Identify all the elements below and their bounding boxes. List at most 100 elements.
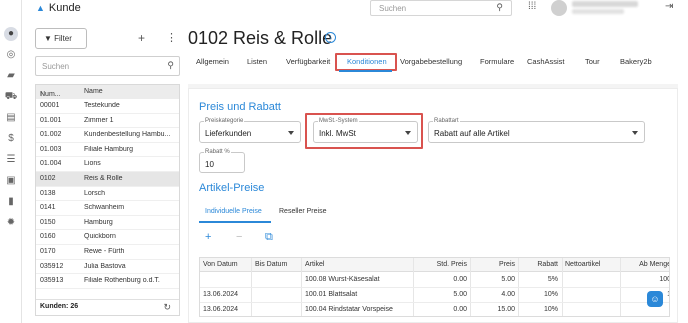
subtab-individuelle-preise[interactable]: Individuelle Preise [205, 208, 262, 215]
list-item[interactable]: 035912 Julia Bastova [36, 260, 179, 275]
table-header-cell[interactable]: Von Datum [203, 258, 253, 272]
list-search-placeholder: Suchen [42, 62, 70, 71]
assistant-bot-icon[interactable]: ☺ [647, 291, 663, 307]
list-item-num: 0141 [40, 204, 56, 212]
filter-label: Filter [54, 34, 72, 43]
list-item-num: 01.004 [40, 160, 62, 168]
list-nav-icon[interactable]: ☰ [4, 153, 18, 167]
list-item-num: 0160 [40, 233, 56, 241]
list-item-name: Kundenbestellung Hambu... [84, 131, 171, 139]
col-header-name[interactable]: Name [84, 88, 103, 95]
icon-rail: ● ◎ ▰ ⛟ ▤ $ ☰ ▣ ▮ ✹ [0, 0, 22, 323]
tab-verf-gbarkeit[interactable]: Verfügbarkeit [286, 57, 330, 66]
prices-table: Von Datum Bis Datum Artikel Std. Preis Preis… [199, 257, 670, 317]
list-item[interactable]: 0102 Reis & Rolle [36, 172, 179, 187]
tab-listen[interactable]: Listen [247, 57, 267, 66]
highlight-tab-konditionen [335, 53, 397, 71]
rabatt-pct-label: Rabatt % [204, 149, 231, 155]
rabattart-value: Rabatt auf alle Artikel [434, 129, 510, 138]
customer-list: Num... ↑ Name 00001 Testekunde 01.001 Zimme… [35, 84, 180, 316]
user-name-blurred [572, 1, 638, 7]
cash-nav-icon[interactable]: $ [4, 132, 18, 146]
list-item[interactable]: 0141 Schwanheim [36, 201, 179, 216]
table-header-cell[interactable]: Nettoartikel [565, 258, 617, 272]
tab-bakery2b[interactable]: Bakery2b [620, 57, 652, 66]
refresh-icon[interactable]: ↻ [163, 302, 171, 313]
table-cell: 100.08 Wurst-Käsesalat [305, 276, 380, 283]
tab-vorgabebestellung[interactable]: Vorgabebestellung [400, 57, 462, 66]
search-icon[interactable]: ⚲ [496, 2, 503, 13]
list-item[interactable]: 01.001 Zimmer 1 [36, 114, 179, 129]
list-item[interactable]: 01.003 Filiale Hamburg [36, 143, 179, 158]
avatar[interactable] [551, 0, 567, 16]
apps-grid-icon[interactable]: ⁞⁞⁞ [528, 1, 536, 12]
table-header-cell[interactable]: Preis [475, 258, 515, 272]
list-item-name: Rewe - Fürth [84, 248, 125, 255]
table-cell: 5.00 [453, 291, 467, 298]
table-cell: 5.00 [501, 276, 515, 283]
table-header-cell[interactable]: Ab Menge [625, 258, 669, 272]
section-title-preis-rabatt: Preis und Rabatt [199, 101, 281, 113]
tab-cashassist[interactable]: CashAssist [527, 57, 565, 66]
rabatt-pct-value: 10 [205, 160, 214, 169]
rabatt-percent-input[interactable]: Rabatt % 10 [199, 149, 245, 173]
logout-icon[interactable]: ⇥ [665, 1, 673, 12]
info-sync-icon[interactable]: ↓ [325, 32, 336, 43]
filter-button[interactable]: ▼ Filter [35, 28, 87, 49]
list-item[interactable]: 01.004 Lions [36, 157, 179, 172]
table-row[interactable] [200, 287, 669, 288]
preiskategorie-label: Preiskategorie [204, 118, 245, 124]
global-search-placeholder: Suchen [379, 4, 407, 13]
list-item-name: Filiale Hamburg [84, 145, 134, 153]
tab-bar: Allgemein Listen Verfügbarkeit Konditionen V… [188, 54, 666, 70]
section-title-artikel-preise: Artikel-Preise [199, 182, 265, 194]
app-title-text: Kunde [48, 2, 81, 14]
subtab-reseller-preise[interactable]: Reseller Preise [279, 208, 326, 215]
list-item[interactable]: 00001 Testekunde [36, 99, 179, 114]
chart-nav-icon[interactable]: ▮ [4, 195, 18, 209]
table-cell: 15.00 [497, 306, 515, 313]
list-item[interactable]: 0138 Lorsch [36, 187, 179, 202]
briefcase-nav-icon[interactable]: ▰ [4, 69, 18, 83]
add-customer-button[interactable]: + [138, 31, 145, 45]
customer-nav-icon[interactable]: ● [4, 27, 18, 41]
remove-row-icon[interactable]: − [236, 231, 242, 243]
table-header-cell[interactable]: Rabatt [522, 258, 558, 272]
list-item[interactable]: 0170 Rewe - Fürth [36, 245, 179, 260]
preiskategorie-value: Lieferkunden [205, 129, 252, 138]
truck-nav-icon[interactable]: ▤ [4, 111, 18, 125]
list-item[interactable]: 01.002 Kundenbestellung Hambu... [36, 128, 179, 143]
list-item-name: Testekunde [84, 102, 120, 109]
list-search-input[interactable]: Suchen ⚲ [35, 56, 180, 76]
table-header-cell[interactable]: Artikel [305, 258, 413, 272]
table-header-cell[interactable]: Bis Datum [255, 258, 303, 272]
table-cell: 0.00 [453, 306, 467, 313]
list-item[interactable]: 0160 Quickborn [36, 230, 179, 245]
add-row-icon[interactable]: + [205, 231, 211, 243]
clipboard-nav-icon[interactable]: ▣ [4, 174, 18, 188]
tab-allgemein[interactable]: Allgemein [196, 57, 229, 66]
more-options-icon[interactable]: ⋮ [166, 31, 177, 44]
search-icon[interactable]: ⚲ [167, 60, 174, 71]
settings-nav-icon[interactable]: ✹ [4, 216, 18, 230]
list-item[interactable]: 035913 Filiale Rothenburg o.d.T. [36, 274, 179, 289]
rabattart-select[interactable]: Rabattart Rabatt auf alle Artikel [428, 118, 645, 143]
tab-tour[interactable]: Tour [585, 57, 600, 66]
table-header-cell[interactable]: Std. Preis [415, 258, 467, 272]
global-search-input[interactable]: Suchen ⚲ [370, 0, 512, 16]
page-title: 0102 Reis & Rolle [188, 28, 333, 48]
list-item-name: Lions [84, 160, 101, 168]
table-row[interactable] [200, 302, 669, 303]
preiskategorie-select[interactable]: Preiskategorie Lieferkunden [199, 118, 301, 143]
copy-icon[interactable]: ⧉ [265, 231, 273, 244]
list-header: Num... ↑ Name [36, 85, 179, 99]
cart-nav-icon[interactable]: ⛟ [4, 90, 18, 104]
filter-icon: ▼ [44, 34, 55, 43]
scan-nav-icon[interactable]: ◎ [4, 48, 18, 62]
chevron-down-icon [288, 131, 294, 135]
table-cell: 100.04 Rindstatar Vorspeise [305, 306, 393, 313]
table-cell: 100.01 Blattsalat [305, 291, 358, 298]
tab-formulare[interactable]: Formulare [480, 57, 514, 66]
list-item[interactable]: 0150 Hamburg [36, 216, 179, 231]
table-cell: 4.00 [501, 291, 515, 298]
